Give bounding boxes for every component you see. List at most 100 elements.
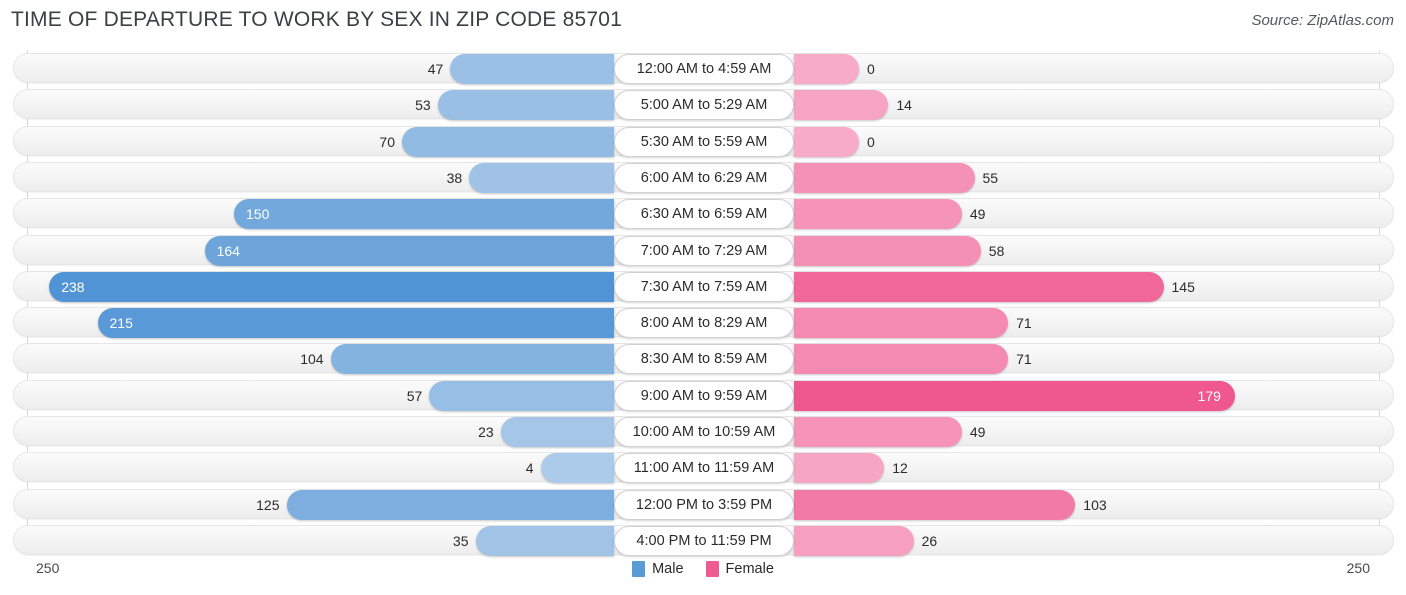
bar-male[interactable]: 215 (97, 308, 614, 339)
bar-fill-female (794, 271, 1164, 302)
bar-female[interactable]: 49 (794, 199, 985, 230)
bar-fill-male (469, 162, 614, 193)
bar-fill-female (794, 453, 885, 484)
bar-value-female: 179 (1197, 387, 1221, 404)
bar-female[interactable]: 71 (794, 308, 1032, 339)
bar-male[interactable]: 38 (447, 162, 614, 193)
bar-value-female: 12 (892, 460, 908, 477)
bar-male[interactable]: 23 (478, 417, 614, 447)
bar-fill-female (794, 235, 981, 266)
table-row: 57 179 9:00 AM to 9:59 AM (13, 379, 1394, 411)
table-row: 38 55 6:00 AM to 6:29 AM (13, 161, 1394, 193)
bar-value-female: 14 (896, 97, 912, 114)
table-row: 4 12 11:00 AM to 11:59 AM (13, 452, 1394, 484)
bar-value-male: 57 (406, 387, 423, 404)
bar-male[interactable]: 70 (379, 126, 614, 157)
category-label: 12:00 AM to 4:59 AM (614, 54, 794, 84)
bar-value-female: 71 (1016, 351, 1032, 368)
bar-value-male: 215 (109, 315, 133, 332)
chart-footer: 250 250 Male Female (0, 555, 1406, 595)
bar-value-male: 70 (379, 133, 395, 150)
bar-value-female: 49 (969, 206, 986, 223)
bar-fill-male (450, 54, 614, 84)
bar-fill-male (97, 308, 614, 339)
category-label: 7:30 AM to 7:59 AM (614, 271, 794, 302)
bar-female[interactable]: 0 (794, 126, 875, 157)
table-row: 150 49 6:30 AM to 6:59 AM (13, 198, 1394, 230)
category-label: 8:30 AM to 8:59 AM (614, 344, 794, 375)
bar-value-male: 23 (478, 424, 494, 440)
bar-value-male: 164 (216, 242, 240, 259)
table-row: 125 103 12:00 PM to 3:59 PM (13, 488, 1394, 520)
bar-male[interactable]: 47 (428, 54, 614, 84)
bar-fill-male (49, 271, 614, 302)
bar-fill-male (437, 90, 614, 121)
bar-female[interactable]: 145 (794, 271, 1195, 302)
bar-fill-female (794, 162, 975, 193)
bar-value-male: 38 (446, 169, 463, 186)
bar-fill-male (429, 380, 614, 411)
bar-fill-male (540, 453, 614, 484)
legend-item-male[interactable]: Male (632, 561, 684, 577)
bar-fill-male (286, 489, 614, 520)
bar-male[interactable]: 53 (415, 90, 614, 121)
category-label: 10:00 AM to 10:59 AM (614, 417, 794, 447)
bar-female[interactable]: 14 (794, 90, 912, 121)
bar-male[interactable]: 104 (300, 344, 614, 375)
bar-male[interactable]: 238 (49, 271, 614, 302)
plot-area: 47 0 12:00 AM to 4:59 AM 53 14 5:00 AM to 5:2… (0, 50, 1406, 556)
bar-value-female: 49 (969, 424, 986, 440)
bar-fill-female (794, 489, 1076, 520)
table-row: 238 145 7:30 AM to 7:59 AM (13, 270, 1394, 302)
bar-male[interactable]: 4 (526, 453, 614, 484)
bar-female[interactable]: 55 (794, 162, 998, 193)
bar-female[interactable]: 58 (794, 235, 1004, 266)
bar-fill-female (794, 199, 962, 230)
bar-value-male: 238 (61, 278, 85, 295)
category-label: 4:00 PM to 11:59 PM (614, 525, 794, 556)
bar-fill-male (500, 417, 614, 447)
bar-value-male: 125 (256, 496, 280, 513)
legend-label: Female (725, 561, 774, 577)
table-row: 70 0 5:30 AM to 5:59 AM (13, 125, 1394, 157)
bar-value-male: 53 (415, 97, 431, 114)
source-attribution: Source: ZipAtlas.com (1251, 12, 1394, 29)
bar-value-male: 4 (525, 460, 534, 477)
bar-female[interactable]: 49 (794, 417, 985, 447)
bar-fill-male (475, 525, 614, 556)
bar-male[interactable]: 57 (407, 380, 614, 411)
bar-fill-female (794, 308, 1009, 339)
page-title: TIME OF DEPARTURE TO WORK BY SEX IN ZIP … (11, 8, 622, 31)
bar-male[interactable]: 35 (453, 525, 614, 556)
bar-female[interactable]: 103 (794, 489, 1107, 520)
bar-fill-female (794, 525, 914, 556)
bar-male[interactable]: 150 (234, 199, 614, 230)
chart-container: TIME OF DEPARTURE TO WORK BY SEX IN ZIP … (0, 0, 1406, 595)
bar-fill-male (234, 199, 614, 230)
table-row: 53 14 5:00 AM to 5:29 AM (13, 89, 1394, 121)
bar-value-female: 26 (921, 532, 938, 549)
bar-value-female: 71 (1016, 315, 1032, 332)
legend-label: Male (652, 561, 684, 577)
category-label: 6:30 AM to 6:59 AM (614, 199, 794, 230)
bar-female[interactable]: 71 (794, 344, 1032, 375)
bar-value-female: 58 (988, 242, 1005, 259)
bar-value-male: 150 (246, 206, 270, 223)
bar-female[interactable]: 26 (794, 525, 937, 556)
category-label: 8:00 AM to 8:29 AM (614, 308, 794, 339)
table-row: 35 26 4:00 PM to 11:59 PM (13, 524, 1394, 556)
bar-male[interactable]: 164 (204, 235, 614, 266)
bar-value-female: 103 (1083, 496, 1107, 513)
category-label: 6:00 AM to 6:29 AM (614, 162, 794, 193)
bar-female[interactable]: 12 (794, 453, 908, 484)
bar-value-male: 104 (300, 351, 324, 368)
table-row: 47 0 12:00 AM to 4:59 AM (13, 53, 1394, 84)
bar-male[interactable]: 125 (256, 489, 614, 520)
bar-fill-male (330, 344, 614, 375)
bar-value-female: 55 (982, 169, 999, 186)
table-row: 164 58 7:00 AM to 7:29 AM (13, 234, 1394, 266)
bar-female[interactable]: 179 (794, 380, 1235, 411)
legend-item-female[interactable]: Female (705, 561, 774, 577)
legend-swatch-icon (632, 561, 646, 577)
bar-female[interactable]: 0 (794, 54, 875, 84)
